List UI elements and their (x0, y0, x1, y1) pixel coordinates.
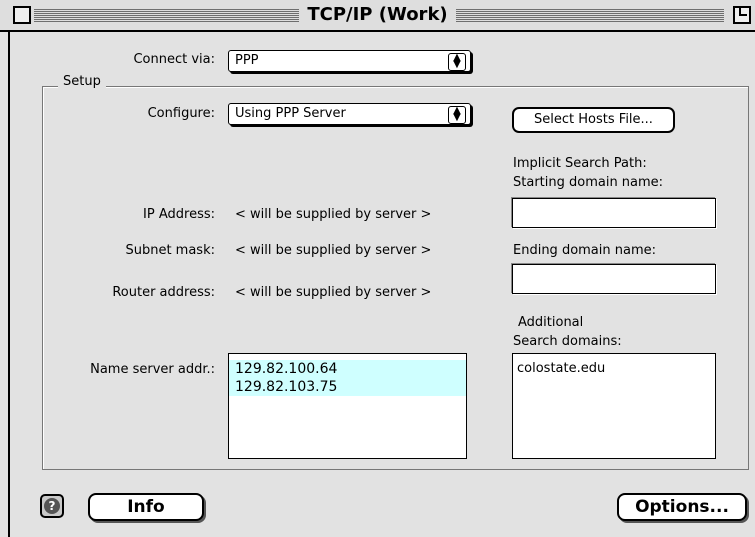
name-server-entry[interactable]: 129.82.103.75 (229, 378, 466, 396)
search-domains-list[interactable]: colostate.edu (512, 353, 716, 459)
additional-label: Additional (518, 315, 584, 330)
router-address-label: Router address: (112, 285, 215, 300)
ending-domain-label: Ending domain name: (513, 243, 657, 258)
configure-value: Using PPP Server (235, 106, 346, 121)
popup-arrows-icon: ▲ ▼ (448, 53, 466, 71)
help-button[interactable]: ? (40, 494, 64, 518)
title-bar[interactable]: TCP/IP (Work) (0, 0, 755, 32)
name-server-label: Name server addr.: (90, 362, 215, 377)
setup-group-title: Setup (58, 74, 106, 89)
router-address-value: < will be supplied by server > (235, 285, 432, 300)
ip-address-value: < will be supplied by server > (235, 207, 432, 222)
name-server-list[interactable]: 129.82.100.64 129.82.103.75 (228, 353, 467, 459)
starting-domain-label: Starting domain name: (513, 175, 664, 190)
zoom-box-icon[interactable] (733, 6, 751, 24)
starting-domain-field[interactable] (512, 198, 716, 228)
tcpip-window: TCP/IP (Work) Connect via: PPP ▲ ▼ Setup … (0, 0, 755, 537)
configure-popup[interactable]: Using PPP Server ▲ ▼ (228, 103, 471, 125)
window-title: TCP/IP (Work) (299, 4, 456, 25)
configure-label: Configure: (147, 106, 215, 121)
popup-arrows-icon: ▲ ▼ (448, 106, 466, 124)
window-left-border (8, 32, 10, 537)
implicit-search-label: Implicit Search Path: (513, 156, 647, 171)
name-server-entry[interactable]: 129.82.100.64 (229, 360, 466, 378)
connect-via-label: Connect via: (133, 52, 215, 67)
subnet-mask-label: Subnet mask: (125, 243, 215, 258)
search-domains-label: Search domains: (513, 334, 622, 349)
subnet-mask-value: < will be supplied by server > (235, 243, 432, 258)
info-button[interactable]: Info (88, 493, 204, 521)
connect-via-popup[interactable]: PPP ▲ ▼ (228, 50, 471, 72)
search-domain-entry[interactable]: colostate.edu (513, 360, 715, 378)
ending-domain-field[interactable] (512, 264, 716, 294)
options-button[interactable]: Options... (617, 493, 747, 521)
help-icon: ? (44, 498, 60, 514)
select-hosts-file-button[interactable]: Select Hosts File... (512, 107, 675, 133)
ip-address-label: IP Address: (143, 207, 215, 222)
connect-via-value: PPP (235, 53, 259, 68)
